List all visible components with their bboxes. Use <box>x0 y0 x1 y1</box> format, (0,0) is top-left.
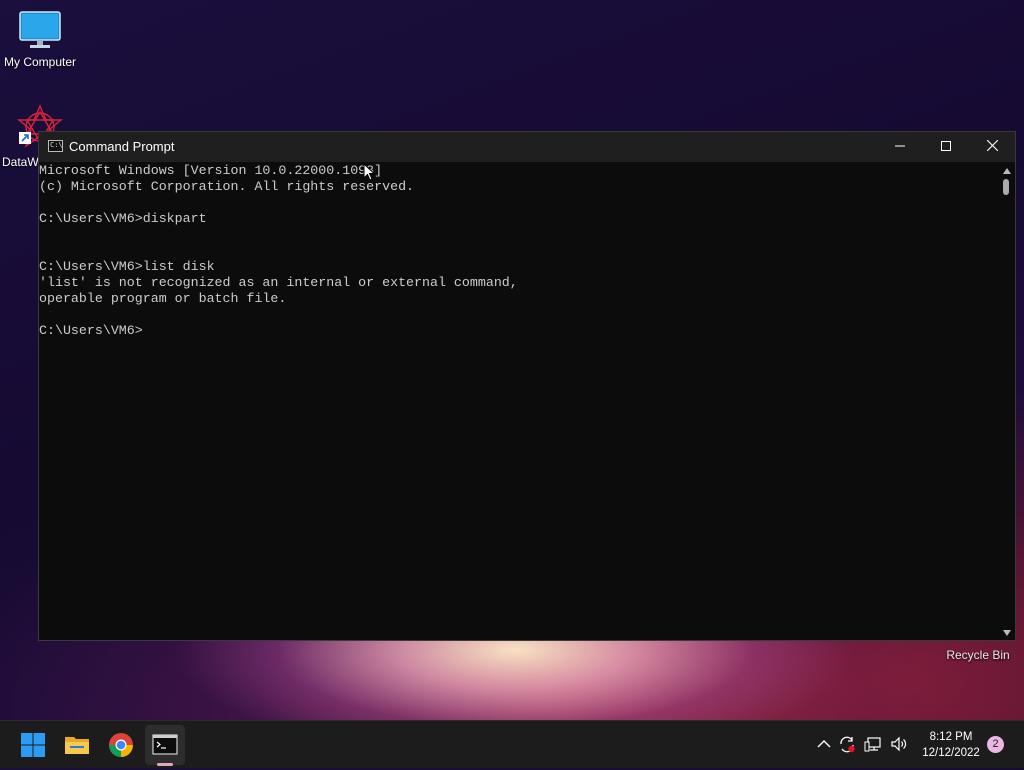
console-line: C:\Users\VM6>list disk <box>39 259 215 274</box>
desktop-icon-label: Recycle Bin <box>946 648 1010 662</box>
folder-icon <box>65 737 89 754</box>
minimize-button[interactable] <box>877 132 923 162</box>
network-icon[interactable] <box>864 733 884 755</box>
monitor-icon <box>19 11 61 48</box>
mouse-cursor-icon <box>363 163 375 181</box>
clock-time: 8:12 PM <box>929 731 973 743</box>
maximize-icon <box>941 141 951 151</box>
desktop-icon-my-computer[interactable]: My Computer <box>0 10 80 69</box>
taskbar-chrome[interactable] <box>101 725 141 765</box>
window-title: Command Prompt <box>69 139 175 154</box>
windows-start-icon <box>21 733 45 757</box>
console-line: operable program or batch file. <box>39 291 287 306</box>
close-icon <box>986 139 998 152</box>
scroll-down-arrow-icon[interactable] <box>1003 630 1011 636</box>
cmd-icon: C:\ <box>48 140 63 152</box>
chrome-icon <box>109 733 133 758</box>
command-prompt-window[interactable]: C:\ Command Prompt Microsoft Windows [Ve… <box>38 131 1016 641</box>
volume-icon[interactable] <box>889 733 909 755</box>
console-line: Microsoft Windows [Version 10.0.22000.10… <box>39 163 383 178</box>
scrollbar-thumb[interactable] <box>1003 179 1009 195</box>
taskbar-file-explorer[interactable] <box>57 725 97 765</box>
console-line: 'list' is not recognized as an internal … <box>39 275 518 290</box>
maximize-button[interactable] <box>923 132 969 162</box>
desktop-icon-recycle-bin[interactable]: Recycle Bin <box>938 646 1018 662</box>
scroll-up-arrow-icon[interactable] <box>1003 168 1011 174</box>
console-line: (c) Microsoft Corporation. All rights re… <box>39 179 415 194</box>
desktop-icon-label: My Computer <box>3 55 77 69</box>
cmd-icon <box>152 734 178 755</box>
minimize-icon <box>895 145 905 147</box>
active-app-indicator <box>157 763 173 766</box>
taskbar-command-prompt[interactable] <box>145 725 185 765</box>
console-line: C:\Users\VM6>diskpart <box>39 211 207 226</box>
system-clock[interactable]: 8:12 PM 12/12/2022 <box>916 729 986 761</box>
clock-date: 12/12/2022 <box>922 747 980 759</box>
taskbar: 8:12 PM 12/12/2022 <box>0 720 1024 768</box>
close-button[interactable] <box>969 132 1015 162</box>
vertical-scrollbar[interactable] <box>998 162 1015 640</box>
notification-badge[interactable]: 2 <box>987 736 1004 753</box>
console-output[interactable]: Microsoft Windows [Version 10.0.22000.10… <box>39 162 999 640</box>
start-button[interactable] <box>13 725 53 765</box>
chevron-up-icon[interactable] <box>814 733 834 755</box>
window-titlebar[interactable]: C:\ Command Prompt <box>39 132 1015 162</box>
console-prompt-line[interactable]: C:\Users\VM6> <box>39 323 999 339</box>
sync-icon[interactable] <box>837 733 857 755</box>
